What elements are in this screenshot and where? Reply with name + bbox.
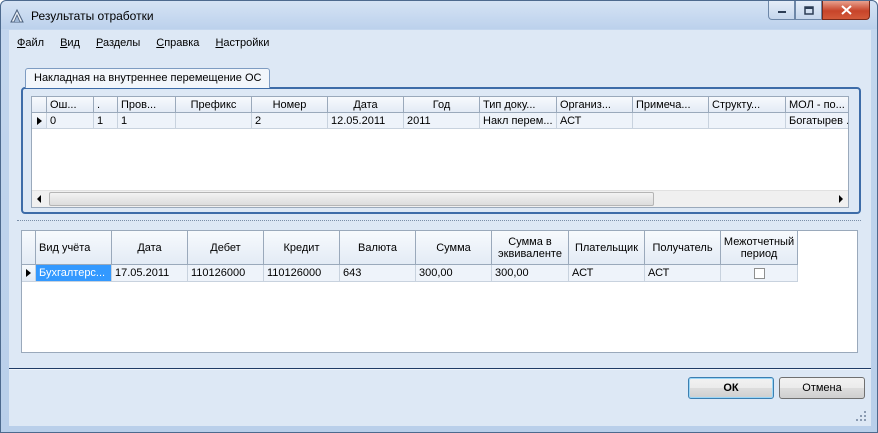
close-button[interactable] [822, 1, 870, 20]
column-header[interactable]: Структу... [709, 97, 786, 113]
menu-help[interactable]: Справка [148, 34, 207, 54]
table-cell[interactable]: 2 [252, 113, 328, 129]
column-header[interactable]: Год [404, 97, 480, 113]
arrow-right-icon [36, 116, 42, 125]
table-cell[interactable] [709, 113, 786, 129]
arrow-right-icon [26, 269, 31, 277]
tab-waybill[interactable]: Накладная на внутреннее перемещение ОС [25, 68, 271, 88]
table-row[interactable]: 0 1 1 2 12.05.2011 2011 Накл перем... АС… [32, 113, 848, 129]
column-header[interactable]: МОЛ - по... [786, 97, 848, 113]
divider [9, 368, 871, 370]
row-indicator-header [22, 231, 36, 265]
grid-header-row: Ош... . Пров... Префикс Номер Дата Год Т… [32, 97, 848, 113]
table-cell[interactable]: 17.05.2011 [112, 265, 188, 282]
tab-panel: Ош... . Пров... Префикс Номер Дата Год Т… [21, 87, 861, 214]
table-row[interactable]: Бухгалтерс... 17.05.2011 110126000 11012… [22, 265, 798, 282]
minimize-icon [777, 11, 786, 13]
column-header[interactable]: Ош... [47, 97, 94, 113]
column-header[interactable]: Вид учёта [36, 231, 112, 265]
minimize-button[interactable] [768, 1, 795, 20]
menu-view[interactable]: Вид [52, 34, 88, 54]
table-cell[interactable]: 1 [94, 113, 118, 129]
scroll-thumb[interactable] [49, 192, 654, 206]
column-header[interactable]: Валюта [340, 231, 416, 265]
menu-sections[interactable]: Разделы [88, 34, 148, 54]
column-header[interactable]: Тип доку... [480, 97, 557, 113]
resize-grip-icon[interactable] [855, 410, 867, 422]
documents-grid[interactable]: Ош... . Пров... Префикс Номер Дата Год Т… [31, 96, 849, 208]
menu-bar: Файл Вид Разделы Справка Настройки [9, 34, 277, 54]
column-header[interactable]: Дебет [188, 231, 264, 265]
scroll-right-icon[interactable] [839, 195, 843, 203]
table-cell[interactable]: 12.05.2011 [328, 113, 404, 129]
table-cell[interactable]: 0 [47, 113, 94, 129]
table-cell[interactable] [633, 113, 709, 129]
row-indicator-header [32, 97, 47, 113]
ok-button[interactable]: ОК [688, 377, 774, 399]
column-header[interactable]: Дата [328, 97, 404, 113]
column-header[interactable]: Сумма [416, 231, 492, 265]
column-header[interactable]: Межотчетный период [721, 231, 798, 265]
table-cell[interactable]: 110126000 [188, 265, 264, 282]
table-cell[interactable]: АСТ [645, 265, 721, 282]
table-cell[interactable]: 1 [118, 113, 176, 129]
table-cell[interactable]: 2011 [404, 113, 480, 129]
grid-header-row: Вид учёта Дата Дебет Кредит Валюта Сумма… [22, 231, 798, 265]
maximize-button[interactable] [795, 1, 822, 20]
cancel-button[interactable]: Отмена [779, 377, 865, 399]
column-header[interactable]: Дата [112, 231, 188, 265]
table-cell[interactable] [176, 113, 252, 129]
app-icon [10, 8, 24, 23]
table-cell[interactable]: 643 [340, 265, 416, 282]
table-cell[interactable]: 300,00 [416, 265, 492, 282]
close-icon [840, 5, 852, 15]
current-row-indicator [32, 113, 47, 129]
column-header[interactable]: Номер [252, 97, 328, 113]
column-header[interactable]: . [94, 97, 118, 113]
column-header[interactable]: Плательщик [569, 231, 645, 265]
panel-splitter[interactable] [17, 220, 861, 224]
column-header[interactable]: Префикс [176, 97, 252, 113]
table-cell[interactable]: 300,00 [492, 265, 569, 282]
column-header[interactable]: Примеча... [633, 97, 709, 113]
current-row-indicator [22, 265, 36, 282]
maximize-icon [803, 5, 814, 15]
client-area: Файл Вид Разделы Справка Настройки Накла… [9, 30, 871, 426]
menu-settings[interactable]: Настройки [207, 34, 277, 54]
table-cell[interactable]: АСТ [557, 113, 633, 129]
entries-grid[interactable]: Вид учёта Дата Дебет Кредит Валюта Сумма… [21, 230, 858, 353]
table-cell[interactable]: Накл перем... [480, 113, 557, 129]
title-bar[interactable]: Результаты отработки [1, 1, 877, 29]
dialog-window: Результаты отработки Файл Вид Разделы Сп… [0, 0, 878, 433]
table-cell[interactable]: Бухгалтерс... [36, 265, 112, 282]
column-header[interactable]: Кредит [264, 231, 340, 265]
table-cell[interactable] [721, 265, 798, 282]
column-header[interactable]: Пров... [118, 97, 176, 113]
window-title: Результаты отработки [31, 9, 154, 23]
table-cell[interactable]: АСТ [569, 265, 645, 282]
horizontal-scrollbar[interactable] [32, 190, 848, 207]
column-header[interactable]: Организ... [557, 97, 633, 113]
table-cell[interactable]: Богатырев ... [786, 113, 848, 129]
menu-file[interactable]: Файл [9, 34, 52, 54]
scroll-left-icon[interactable] [37, 195, 41, 203]
table-cell[interactable]: 110126000 [264, 265, 340, 282]
column-header[interactable]: Сумма в эквиваленте [492, 231, 569, 265]
column-header[interactable]: Получатель [645, 231, 721, 265]
interperiod-checkbox[interactable] [753, 267, 765, 279]
